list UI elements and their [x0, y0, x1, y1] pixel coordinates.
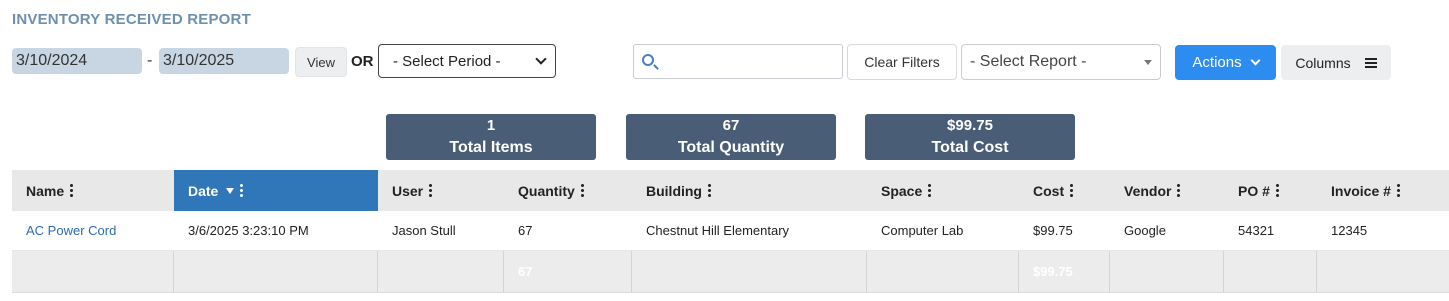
total-cell-empty — [632, 251, 867, 292]
period-select[interactable]: - Select Period - — [378, 44, 556, 78]
sort-desc-icon — [226, 187, 235, 194]
kebab-menu-icon[interactable] — [429, 184, 433, 197]
view-button[interactable]: View — [295, 47, 347, 77]
columns-button[interactable]: Columns — [1281, 45, 1391, 80]
cell-quantity: 67 — [518, 223, 533, 238]
kebab-menu-icon[interactable] — [580, 184, 584, 197]
kebab-menu-icon[interactable] — [70, 184, 74, 197]
clear-filters-button[interactable]: Clear Filters — [847, 44, 957, 80]
date-separator: - — [147, 52, 153, 69]
period-select-value: - Select Period - — [393, 52, 501, 70]
chevron-down-icon — [535, 53, 547, 65]
column-header-quantity[interactable]: Quantity — [504, 170, 632, 211]
stat-total-cost: $99.75 Total Cost — [865, 114, 1075, 160]
stat-value: 67 — [722, 117, 740, 134]
column-header-invoice[interactable]: Invoice # — [1317, 170, 1449, 211]
cell-invoice: 12345 — [1331, 223, 1368, 238]
column-header-user[interactable]: User — [378, 170, 504, 211]
column-header-vendor[interactable]: Vendor — [1110, 170, 1224, 211]
caret-down-icon — [1144, 59, 1152, 65]
cell-cost: $99.75 — [1033, 223, 1073, 238]
total-cell-empty — [1110, 251, 1224, 292]
total-cell-empty — [867, 251, 1019, 292]
table-totals-row: 67 $99.75 — [12, 251, 1449, 293]
stat-label: Total Cost — [931, 139, 1009, 156]
kebab-menu-icon[interactable] — [1177, 184, 1181, 197]
column-header-space[interactable]: Space — [867, 170, 1019, 211]
stat-label: Total Quantity — [677, 139, 785, 156]
search-input[interactable] — [633, 44, 843, 79]
cell-user: Jason Stull — [392, 223, 456, 238]
total-cell-empty — [174, 251, 378, 292]
kebab-menu-icon[interactable] — [1275, 184, 1279, 197]
stat-value: $99.75 — [947, 117, 993, 134]
report-select-value: - Select Report - — [970, 53, 1087, 70]
cell-space: Computer Lab — [881, 223, 964, 238]
search-icon — [642, 54, 654, 66]
stat-total-items: 1 Total Items — [386, 114, 596, 160]
column-header-building[interactable]: Building — [632, 170, 867, 211]
actions-button[interactable]: Actions — [1175, 45, 1276, 80]
columns-label: Columns — [1295, 54, 1351, 71]
cell-po: 54321 — [1238, 223, 1275, 238]
cell-date: 3/6/2025 3:23:10 PM — [188, 223, 309, 238]
report-select[interactable]: - Select Report - — [961, 44, 1161, 80]
stat-label: Total Items — [449, 139, 533, 156]
total-cell-empty — [1317, 251, 1449, 292]
end-date-input[interactable] — [159, 48, 289, 74]
actions-label: Actions — [1192, 54, 1242, 71]
kebab-menu-icon[interactable] — [240, 184, 244, 197]
stat-total-quantity: 67 Total Quantity — [626, 114, 836, 160]
kebab-menu-icon[interactable] — [928, 184, 932, 197]
kebab-menu-icon[interactable] — [1070, 184, 1074, 197]
kebab-menu-icon[interactable] — [708, 184, 711, 197]
cell-vendor: Google — [1124, 223, 1166, 238]
hamburger-menu-icon — [1364, 57, 1377, 68]
column-header-po[interactable]: PO # — [1224, 170, 1317, 211]
column-header-cost[interactable]: Cost — [1019, 170, 1110, 211]
chevron-down-icon — [1250, 55, 1261, 66]
table-row[interactable]: AC Power Cord 3/6/2025 3:23:10 PM Jason … — [12, 211, 1449, 251]
total-quantity-cell: 67 — [504, 251, 632, 292]
total-cost-cell: $99.75 — [1019, 251, 1110, 292]
kebab-menu-icon[interactable] — [1396, 184, 1400, 197]
page-title: INVENTORY RECEIVED REPORT — [12, 11, 251, 28]
stat-value: 1 — [486, 117, 496, 134]
table-header-row: Name Date User Quantity Building Space C… — [12, 170, 1449, 211]
column-header-date[interactable]: Date — [174, 170, 378, 211]
column-header-name[interactable]: Name — [12, 170, 174, 211]
or-label: OR — [351, 53, 374, 70]
start-date-input[interactable] — [12, 48, 142, 74]
cell-building: Chestnut Hill Elementary — [646, 223, 790, 238]
item-name-link[interactable]: AC Power Cord — [12, 211, 174, 250]
total-cell-empty — [1224, 251, 1317, 292]
total-cell-empty — [12, 251, 174, 292]
total-cell-empty — [378, 251, 504, 292]
